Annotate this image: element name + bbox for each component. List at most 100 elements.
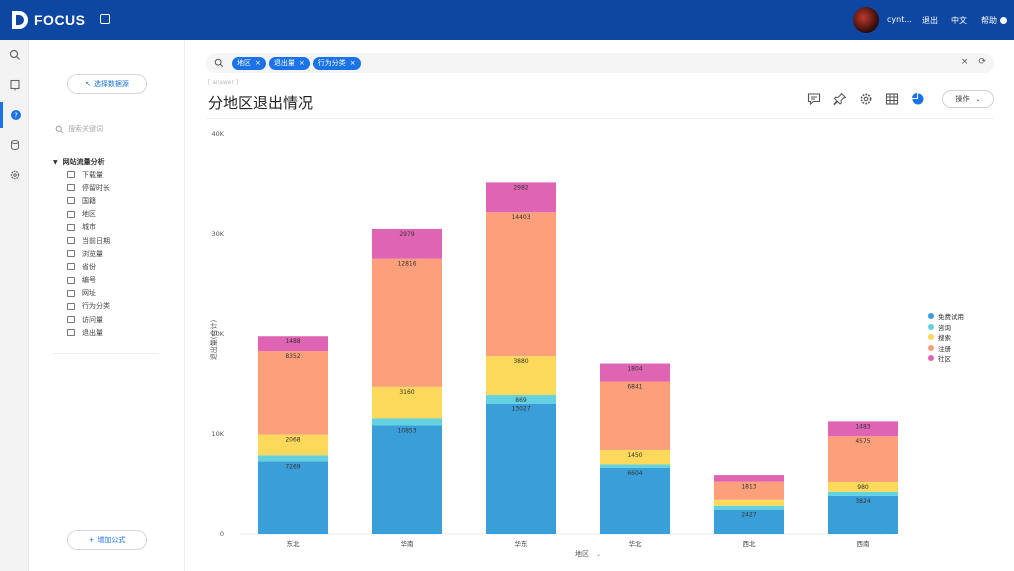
- search-icon: [214, 58, 224, 68]
- x-tick-label: 东北: [287, 539, 301, 548]
- data-label: 14403: [511, 214, 530, 221]
- keyword-search[interactable]: 搜索关键词: [55, 124, 103, 134]
- settings-tool[interactable]: [858, 91, 874, 107]
- bar-segment: [600, 381, 670, 450]
- help-icon: [999, 17, 1007, 24]
- add-formula-button[interactable]: + 增加公式: [67, 530, 147, 550]
- legend-item[interactable]: 社区: [928, 353, 964, 364]
- tree-item[interactable]: 下载量: [53, 168, 163, 181]
- bar-segment: [372, 425, 442, 534]
- rail-question[interactable]: ?: [0, 102, 29, 128]
- rail-settings[interactable]: [0, 162, 29, 188]
- operate-label: 操作: [955, 95, 970, 103]
- x-tick-label: 西北: [743, 540, 757, 548]
- bar-segment: [714, 505, 784, 510]
- tree-item[interactable]: 编号: [53, 274, 163, 287]
- icon-rail: ?: [0, 40, 29, 571]
- pin-icon: [833, 92, 847, 106]
- gear-icon: [10, 170, 19, 180]
- language-link[interactable]: 中文: [951, 15, 967, 26]
- close-icon[interactable]: ×: [255, 59, 261, 67]
- board-icon: [9, 79, 20, 91]
- legend-item[interactable]: 搜索: [928, 332, 964, 343]
- legend-label: 社区: [938, 355, 951, 364]
- back-arrow-icon: ↖: [85, 80, 91, 88]
- logo[interactable]: FOCUS: [10, 10, 86, 30]
- database-icon: [10, 140, 19, 150]
- field-type-icon: [67, 263, 75, 271]
- field-type-icon: [67, 210, 75, 218]
- refresh-icon[interactable]: ⟳: [978, 57, 986, 67]
- pie-chart-icon: [912, 93, 924, 105]
- edit-icon[interactable]: [100, 14, 110, 24]
- tree-item[interactable]: 网址: [53, 287, 163, 300]
- data-label: 1450: [627, 452, 642, 459]
- logout-link[interactable]: 退出: [922, 15, 938, 26]
- chevron-down-icon: ⌄: [975, 95, 981, 103]
- avatar[interactable]: [853, 7, 879, 33]
- tree-item-label: 浏览量: [82, 249, 103, 258]
- tree-item-label: 停留时长: [82, 183, 110, 192]
- chip-behavior[interactable]: 行为分类 ×: [312, 56, 361, 70]
- search-actions: × ⟳: [961, 57, 986, 67]
- tree-item[interactable]: 城市: [53, 221, 163, 234]
- tree-root[interactable]: ▼ 网站流量分析: [53, 156, 163, 168]
- operate-button[interactable]: 操作 ⌄: [942, 90, 994, 108]
- field-type-icon: [67, 316, 75, 324]
- data-label: 7269: [285, 463, 300, 470]
- tree-item[interactable]: 访问量: [53, 313, 163, 326]
- title-divider: [206, 118, 994, 119]
- tree-item[interactable]: 地区: [53, 208, 163, 221]
- rail-search[interactable]: [0, 42, 29, 68]
- top-bar: FOCUS cynt... 退出 中文 帮助: [0, 0, 1014, 40]
- close-icon[interactable]: ×: [299, 59, 305, 67]
- legend-item[interactable]: 咨询: [928, 322, 964, 333]
- user-name[interactable]: cynt...: [887, 15, 912, 24]
- legend-label: 搜索: [938, 334, 951, 343]
- legend-dot: [928, 344, 934, 351]
- comment-tool[interactable]: [806, 91, 822, 107]
- tree-item[interactable]: 停留时长: [53, 181, 163, 194]
- field-type-icon: [67, 197, 75, 205]
- tree-item[interactable]: 当前日期: [53, 234, 163, 247]
- search-bar[interactable]: 地区 × 退出量 × 行为分类 × × ⟳: [206, 53, 994, 73]
- x-tick-label: 华南: [401, 539, 415, 548]
- close-icon[interactable]: ×: [350, 59, 356, 67]
- table-tool[interactable]: [884, 91, 900, 107]
- tree-item[interactable]: 行为分类: [53, 300, 163, 313]
- keyword-placeholder: 搜索关键词: [68, 125, 103, 133]
- chart-type-tool[interactable]: [910, 91, 926, 107]
- data-label: 1813: [741, 484, 756, 491]
- tree-item-label: 地区: [82, 210, 96, 219]
- legend-item[interactable]: 免费试用: [928, 311, 964, 322]
- legend-dot: [928, 313, 934, 320]
- y-tick-label: 30K: [211, 230, 224, 238]
- rail-board[interactable]: [0, 72, 29, 98]
- help-link[interactable]: 帮助: [981, 15, 1007, 26]
- legend-item[interactable]: 注册: [928, 343, 964, 354]
- search-icon: [55, 125, 64, 133]
- panel-divider: [53, 353, 159, 354]
- tree-item[interactable]: 国籍: [53, 194, 163, 207]
- chip-region[interactable]: 地区 ×: [232, 56, 266, 70]
- field-type-icon: [67, 237, 75, 245]
- tree-item[interactable]: 浏览量: [53, 247, 163, 260]
- data-label: 3160: [399, 389, 414, 396]
- table-icon: [885, 93, 899, 105]
- data-label: 10853: [397, 427, 416, 434]
- data-label: 6841: [627, 384, 642, 391]
- tree-item[interactable]: 退出量: [53, 326, 163, 339]
- pin-tool[interactable]: [832, 91, 848, 107]
- select-source-button[interactable]: ↖ 选择数据源: [67, 74, 147, 94]
- tree-item[interactable]: 省份: [53, 260, 163, 273]
- legend-dot: [928, 323, 934, 330]
- logo-icon: [12, 11, 28, 29]
- field-type-icon: [67, 184, 75, 192]
- chip-label: 地区: [237, 59, 251, 67]
- data-label: 1804: [627, 366, 642, 373]
- rail-data[interactable]: [0, 132, 29, 158]
- clear-icon[interactable]: ×: [961, 57, 969, 67]
- stacked-bar-chart: 010K20K30K40K退出量(合计)7269206883521488东北10…: [209, 130, 898, 558]
- data-label: 2979: [399, 231, 414, 238]
- chip-exits[interactable]: 退出量 ×: [268, 56, 310, 70]
